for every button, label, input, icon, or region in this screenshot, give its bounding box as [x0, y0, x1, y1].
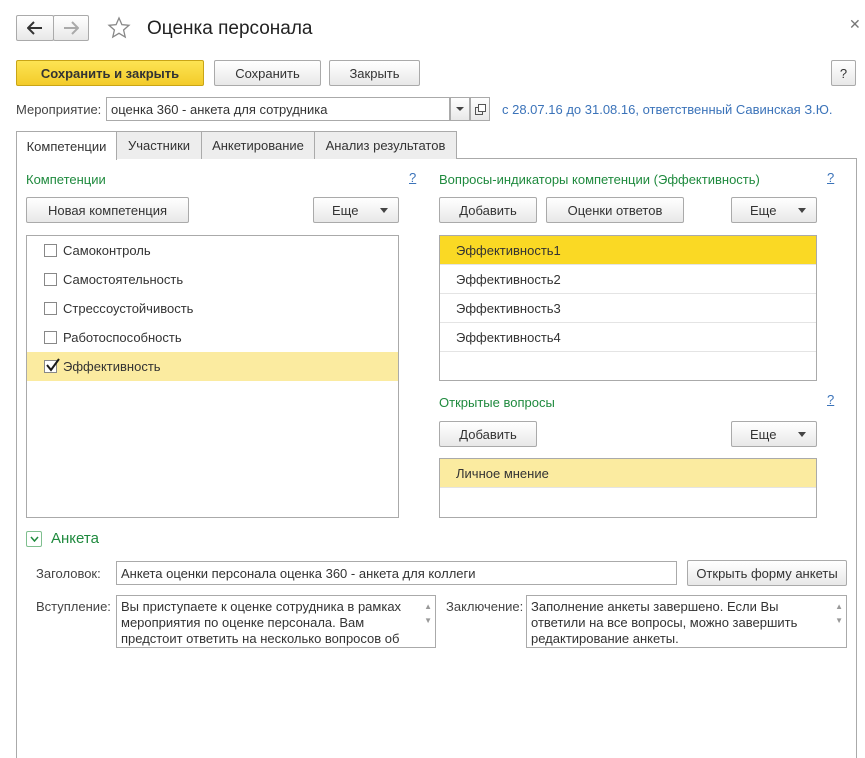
checkbox[interactable]: [44, 273, 57, 286]
tab-participants[interactable]: Участники: [116, 131, 202, 159]
competency-label: Стрессоустойчивость: [63, 301, 194, 316]
close-button[interactable]: Закрыть: [329, 60, 420, 86]
indicators-help-link[interactable]: ?: [827, 170, 834, 185]
competencies-help-link[interactable]: ?: [409, 170, 416, 185]
open-questions-more-button[interactable]: Еще: [731, 421, 817, 447]
save-button[interactable]: Сохранить: [214, 60, 321, 86]
competencies-list[interactable]: Самоконтроль Самостоятельность Стрессоус…: [26, 235, 399, 518]
intro-value: Вы приступаете к оценке сотрудника в рам…: [121, 599, 402, 646]
new-competency-button[interactable]: Новая компетенция: [26, 197, 189, 223]
intro-textarea[interactable]: Вы приступаете к оценке сотрудника в рам…: [116, 595, 436, 648]
competencies-title: Компетенции: [26, 172, 106, 187]
competency-label: Эффективность: [63, 359, 161, 374]
caret-down-icon: [798, 207, 806, 213]
event-info-link[interactable]: с 28.07.16 до 31.08.16, ответственный Са…: [502, 102, 833, 117]
intro-label: Вступление:: [36, 599, 111, 614]
header-field[interactable]: Анкета оценки персонала оценка 360 - анк…: [116, 561, 677, 585]
close-icon[interactable]: ✕: [849, 16, 861, 33]
header-label: Заголовок:: [36, 566, 101, 581]
questionnaire-title: Анкета: [51, 530, 99, 547]
back-button[interactable]: [16, 15, 54, 41]
event-open-button[interactable]: [470, 97, 490, 121]
checkbox-checked[interactable]: [44, 358, 60, 373]
conclusion-textarea[interactable]: Заполнение анкеты завершено. Если Вы отв…: [526, 595, 847, 648]
conclusion-label: Заключение:: [446, 599, 524, 614]
event-value: оценка 360 - анкета для сотрудника: [111, 101, 328, 117]
list-item[interactable]: Эффективность2: [440, 265, 816, 294]
tab-competencies[interactable]: Компетенции: [16, 131, 117, 160]
tab-results-analysis[interactable]: Анализ результатов: [314, 131, 457, 159]
open-window-icon: [474, 103, 486, 115]
questionnaire-collapse-toggle[interactable]: [26, 531, 42, 547]
arrow-right-icon: [64, 21, 79, 35]
forward-button[interactable]: [53, 15, 89, 41]
window-title: Оценка персонала: [147, 18, 313, 39]
indicator-label: Эффективность1: [456, 242, 561, 258]
scroll-arrows-icon[interactable]: ▲ ▼: [835, 600, 843, 628]
open-questions-title: Открытые вопросы: [439, 395, 555, 410]
chevron-down-icon: [456, 107, 464, 111]
list-item[interactable]: Самостоятельность: [27, 265, 398, 294]
chevron-down-icon: [29, 536, 39, 542]
caret-down-icon: [798, 431, 806, 437]
tab-questionnaire[interactable]: Анкетирование: [201, 131, 315, 159]
event-field[interactable]: оценка 360 - анкета для сотрудника: [106, 97, 450, 121]
add-open-question-button[interactable]: Добавить: [439, 421, 537, 447]
list-item[interactable]: Стрессоустойчивость: [27, 294, 398, 323]
list-item[interactable]: Эффективность4: [440, 323, 816, 352]
add-indicator-button[interactable]: Добавить: [439, 197, 537, 223]
list-item[interactable]: Работоспособность: [27, 323, 398, 352]
indicator-label: Эффективность3: [456, 300, 561, 316]
list-item[interactable]: Эффективность3: [440, 294, 816, 323]
list-item[interactable]: Самоконтроль: [27, 236, 398, 265]
help-button[interactable]: ?: [831, 60, 856, 86]
save-and-close-button[interactable]: Сохранить и закрыть: [16, 60, 204, 86]
open-question-label: Личное мнение: [456, 465, 549, 481]
checkmark-icon: [46, 358, 60, 372]
open-questionnaire-form-button[interactable]: Открыть форму анкеты: [687, 560, 847, 586]
scroll-arrows-icon[interactable]: ▲ ▼: [424, 600, 432, 628]
open-questions-list[interactable]: Личное мнение: [439, 458, 817, 518]
list-item[interactable]: Эффективность1: [440, 236, 816, 265]
checkbox[interactable]: [44, 244, 57, 257]
checkbox[interactable]: [44, 331, 57, 344]
indicators-title: Вопросы-индикаторы компетенции (Эффектив…: [439, 172, 760, 187]
list-item[interactable]: Личное мнение: [440, 459, 816, 488]
checkbox[interactable]: [44, 302, 57, 315]
event-dropdown-button[interactable]: [450, 97, 470, 121]
caret-down-icon: [380, 207, 388, 213]
favorite-star-icon[interactable]: [107, 16, 131, 43]
answer-ratings-button[interactable]: Оценки ответов: [546, 197, 684, 223]
arrow-left-icon: [27, 21, 42, 35]
event-label: Мероприятие:: [16, 102, 102, 117]
more-button-label: Еще: [332, 202, 359, 218]
indicators-more-button[interactable]: Еще: [731, 197, 817, 223]
competency-label: Самоконтроль: [63, 243, 151, 258]
competency-label: Работоспособность: [63, 330, 182, 345]
more-button-label: Еще: [750, 202, 777, 218]
competencies-more-button[interactable]: Еще: [313, 197, 399, 223]
open-questions-help-link[interactable]: ?: [827, 392, 834, 407]
header-value: Анкета оценки персонала оценка 360 - анк…: [121, 565, 476, 581]
competency-label: Самостоятельность: [63, 272, 184, 287]
more-button-label: Еще: [750, 426, 777, 442]
indicator-label: Эффективность4: [456, 329, 561, 345]
indicator-label: Эффективность2: [456, 271, 561, 287]
list-item[interactable]: Эффективность: [27, 352, 398, 381]
indicators-list[interactable]: Эффективность1 Эффективность2 Эффективно…: [439, 235, 817, 381]
conclusion-value: Заполнение анкеты завершено. Если Вы отв…: [531, 599, 798, 646]
